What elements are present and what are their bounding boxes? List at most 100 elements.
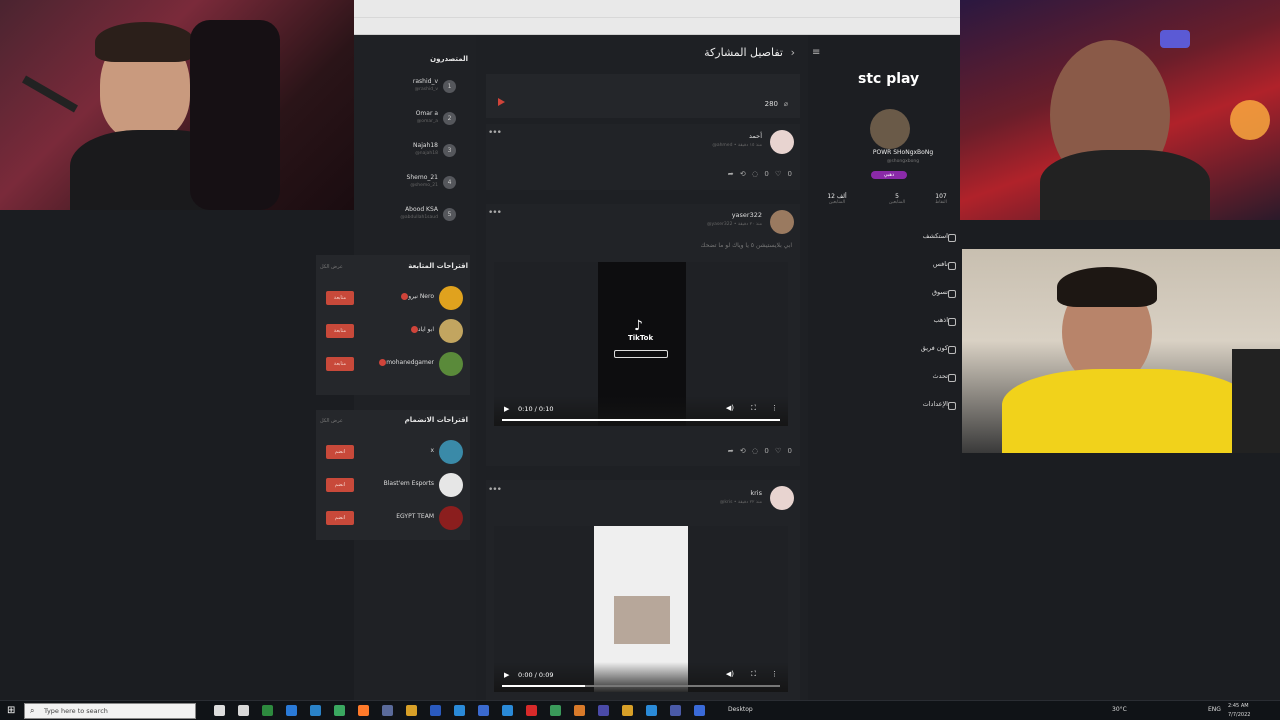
taskbar-search[interactable]: ⌕ Type here to search: [24, 703, 196, 719]
avatar[interactable]: [439, 473, 463, 497]
discord-icon[interactable]: [382, 705, 393, 716]
firefox-icon[interactable]: [310, 705, 321, 716]
store-icon[interactable]: [454, 705, 465, 716]
avatar[interactable]: [870, 109, 910, 149]
chevron-right-icon[interactable]: ›: [791, 46, 795, 59]
suggestion-name[interactable]: mohanedgamer: [376, 359, 434, 366]
files-icon[interactable]: [334, 705, 345, 716]
app-icon[interactable]: [670, 705, 681, 716]
comment-icon[interactable]: ◌: [752, 447, 760, 455]
nav-item[interactable]: اذهب: [828, 316, 956, 330]
app-icon[interactable]: [430, 705, 441, 716]
repost-icon[interactable]: ⟲: [740, 170, 748, 178]
share-icon[interactable]: ➦: [728, 170, 736, 178]
avatar[interactable]: [770, 486, 794, 510]
task-view-icon[interactable]: [214, 705, 225, 716]
follow-button[interactable]: متابعة: [326, 357, 354, 371]
suggest-join-see-all[interactable]: عرض الكل: [320, 418, 343, 424]
suggestion-name[interactable]: x: [430, 447, 434, 454]
attach-icon[interactable]: ⌀: [784, 100, 788, 108]
avatar[interactable]: [439, 286, 463, 310]
media-icon[interactable]: [598, 705, 609, 716]
vscode-icon[interactable]: [286, 705, 297, 716]
post-author[interactable]: yaser322: [732, 211, 762, 219]
suggestion-name[interactable]: نيرو Nero: [398, 293, 434, 300]
brand-logo[interactable]: stc play: [858, 71, 919, 87]
like-icon[interactable]: ♡: [775, 170, 783, 178]
nav-item[interactable]: الإعدادات: [828, 400, 956, 414]
chrome-icon[interactable]: [238, 705, 249, 716]
windows-start-icon[interactable]: ⊞: [7, 705, 15, 716]
nav-item[interactable]: نافس: [828, 260, 956, 274]
clock-date[interactable]: 7/7/2022: [1228, 712, 1250, 718]
edge-icon[interactable]: [262, 705, 273, 716]
desktop-label[interactable]: Desktop: [728, 706, 753, 713]
obs-icon[interactable]: [406, 705, 417, 716]
video-player[interactable]: ♪ TikTok ▶ 0:10 / 0:10 ◀) ⛶ ⋮: [494, 262, 788, 426]
avatar[interactable]: [439, 440, 463, 464]
suggestion-name[interactable]: ابو اياد: [408, 326, 434, 333]
nav-label: تحدث: [932, 372, 948, 380]
avatar[interactable]: [770, 210, 794, 234]
more-vertical-icon[interactable]: ⋮: [771, 670, 778, 678]
leaderboard-row[interactable]: Shemo_21 @shemo_21 4: [354, 170, 474, 200]
suggestion-row: انضم EGYPT TEAM: [316, 505, 466, 531]
join-button[interactable]: انضم: [326, 445, 354, 459]
avatar[interactable]: [770, 130, 794, 154]
app-icon[interactable]: [646, 705, 657, 716]
terminal-icon[interactable]: [550, 705, 561, 716]
app-icon[interactable]: [622, 705, 633, 716]
stat-label: المتابعين: [828, 200, 846, 205]
suggestion-name[interactable]: EGYPT TEAM: [396, 513, 434, 520]
suggest-join-title: اقتراحات الانضمام: [404, 416, 468, 424]
avatar[interactable]: [439, 319, 463, 343]
more-options-icon[interactable]: •••: [488, 485, 502, 495]
more-vertical-icon[interactable]: ⋮: [771, 404, 778, 412]
video-progress[interactable]: [502, 419, 780, 421]
nav-item[interactable]: استكشف: [828, 232, 956, 246]
suggest-follow-see-all[interactable]: عرض الكل: [320, 264, 343, 270]
composer-box[interactable]: 280 ⌀: [486, 74, 800, 118]
leaderboard-row[interactable]: Omar a @omar_a 2: [354, 106, 474, 136]
follow-button[interactable]: متابعة: [326, 324, 354, 338]
more-options-icon[interactable]: •••: [488, 128, 502, 138]
volume-icon[interactable]: ◀): [726, 670, 734, 678]
nav-item[interactable]: تحدث: [828, 372, 956, 386]
leaderboard-row[interactable]: Abood KSA @abdullah1saud 5: [354, 202, 474, 232]
video-progress[interactable]: [502, 685, 780, 687]
post-author[interactable]: أحمد: [749, 132, 762, 140]
settings-icon[interactable]: [478, 705, 489, 716]
play-icon[interactable]: ▶: [504, 671, 509, 679]
stat-label: النقاط: [935, 200, 947, 205]
play-icon[interactable]: ▶: [504, 405, 509, 413]
join-button[interactable]: انضم: [326, 478, 354, 492]
steam-icon[interactable]: [358, 705, 369, 716]
app-icon[interactable]: [694, 705, 705, 716]
clock-time[interactable]: 2:45 AM: [1228, 703, 1249, 709]
repost-icon[interactable]: ⟲: [740, 447, 748, 455]
avatar[interactable]: [439, 506, 463, 530]
nav-item[interactable]: تسوق: [828, 288, 956, 302]
language[interactable]: ENG: [1208, 706, 1221, 713]
fullscreen-icon[interactable]: ⛶: [751, 670, 756, 679]
post-author[interactable]: kris: [750, 489, 762, 497]
nav-item[interactable]: كون فريق: [828, 344, 956, 358]
home-icon: [948, 234, 956, 242]
like-icon[interactable]: ♡: [775, 447, 783, 455]
leaderboard-row[interactable]: Najah18 @najah18 3: [354, 138, 474, 168]
avatar[interactable]: [439, 352, 463, 376]
share-icon[interactable]: ➦: [728, 447, 736, 455]
vlc-icon[interactable]: [574, 705, 585, 716]
hamburger-icon[interactable]: ≡: [812, 47, 820, 58]
game-icon[interactable]: [526, 705, 537, 716]
more-options-icon[interactable]: •••: [488, 208, 502, 218]
follow-button[interactable]: متابعة: [326, 291, 354, 305]
fullscreen-icon[interactable]: ⛶: [751, 404, 756, 413]
join-button[interactable]: انضم: [326, 511, 354, 525]
leaderboard-row[interactable]: rashid_v @rashid_v 1: [354, 74, 474, 104]
comment-icon[interactable]: ◌: [752, 170, 760, 178]
video-player[interactable]: ▶ 0:00 / 0:09 ◀) ⛶ ⋮: [494, 526, 788, 692]
notes-icon[interactable]: [502, 705, 513, 716]
suggestion-name[interactable]: Blast'em Esports: [384, 480, 434, 487]
volume-icon[interactable]: ◀): [726, 404, 734, 412]
